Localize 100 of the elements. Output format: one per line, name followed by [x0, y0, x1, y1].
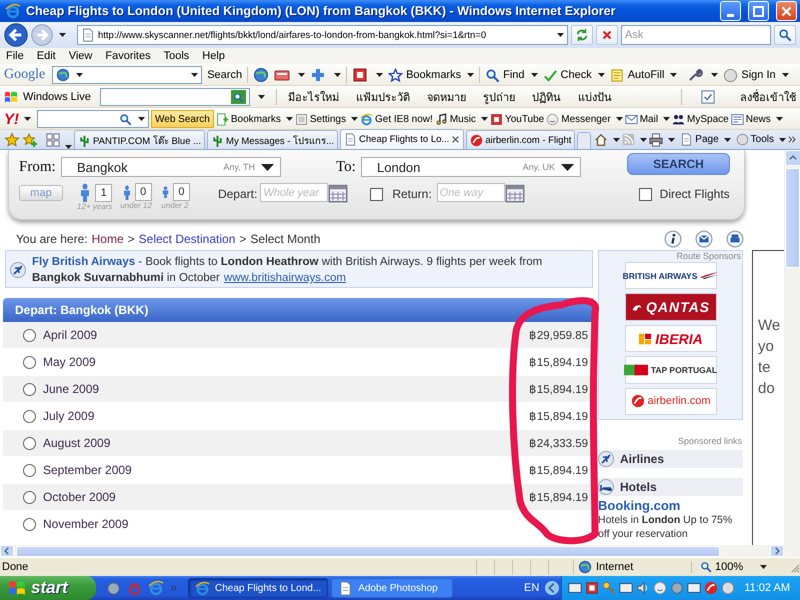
print-icon[interactable] [726, 230, 744, 248]
search-field[interactable] [100, 88, 250, 106]
minimize-button[interactable] [720, 1, 741, 21]
from-field[interactable]: Bangkok Any, TH [61, 157, 281, 177]
tab[interactable]: Cheap Flights to Lo... [340, 129, 464, 149]
month-row[interactable]: June 2009 ฿15,894.19 [3, 376, 592, 403]
toolbar-button[interactable]: MySpace [672, 112, 729, 126]
zoom-button[interactable]: 100% [691, 561, 781, 573]
toolbar-button[interactable]: News [730, 112, 783, 126]
count-field[interactable]: 1 [95, 184, 112, 202]
search-button[interactable] [774, 25, 796, 45]
toolbar-button[interactable]: Music [434, 112, 488, 126]
menu-item[interactable]: Help [202, 50, 225, 62]
tray-app-icon[interactable] [585, 581, 600, 595]
search-field[interactable] [37, 110, 149, 128]
count-field[interactable]: 0 [172, 183, 190, 201]
command-button[interactable]: Tools [736, 133, 786, 146]
refresh-button[interactable] [571, 25, 593, 45]
browser-icon[interactable] [148, 580, 164, 596]
toolbar-button[interactable]: Mail [624, 112, 670, 126]
favorites-star-icon[interactable] [4, 132, 20, 148]
chevron-icon[interactable] [788, 135, 796, 144]
toolbar-button[interactable]: AutoFill [610, 68, 678, 82]
to-field[interactable]: London Any, UK [361, 157, 581, 177]
toolbar-button[interactable]: Bookmarks [216, 112, 293, 126]
ad-title-link[interactable]: Booking.com [598, 498, 743, 513]
tab-list-button[interactable] [46, 132, 60, 146]
toolbar-link[interactable]: จดหมาย [426, 88, 466, 106]
taskbar-button[interactable]: Cheap Flights to Lond... [188, 578, 328, 598]
globe-icon[interactable] [253, 67, 270, 83]
toolbar-button[interactable]: Find [485, 68, 538, 82]
toolbar-button[interactable]: Search [207, 69, 242, 81]
radio-button[interactable] [23, 490, 36, 504]
tab[interactable]: PANTIP.COM โต๊ะ Blue ... [74, 130, 206, 149]
back-button[interactable] [4, 23, 28, 47]
month-row[interactable]: April 2009 ฿29,959.85 [3, 322, 592, 349]
plus-icon[interactable] [310, 67, 326, 83]
breadcrumb-link[interactable]: Select Destination [138, 232, 236, 246]
web-search-button[interactable]: Web Search [151, 110, 214, 128]
home-icon[interactable] [594, 132, 608, 146]
toolbar-link[interactable]: ปฏิทิน [532, 88, 561, 106]
search-button[interactable] [230, 90, 246, 104]
depart-field[interactable]: Whole year [260, 183, 328, 202]
toolbar-link[interactable]: แบ่งปัน [578, 88, 612, 106]
checkbox[interactable] [638, 188, 652, 201]
radio-button[interactable] [23, 382, 36, 396]
month-row[interactable]: November 2009 [3, 511, 592, 538]
sign-in-link[interactable]: ลงชื่อเข้าใช้ [740, 88, 796, 106]
breadcrumb-link[interactable]: Home [92, 232, 124, 246]
scrollbar-thumb[interactable] [785, 168, 800, 268]
search-button[interactable]: SEARCH [627, 153, 730, 175]
menu-item[interactable]: Favorites [105, 50, 151, 62]
tray-app-icon[interactable] [687, 581, 702, 595]
toolbar-link[interactable]: แฟ้มประวัติ [356, 88, 410, 106]
expand-icon[interactable] [545, 581, 560, 595]
orb-icon[interactable] [106, 580, 121, 596]
start-button[interactable]: start [0, 576, 96, 600]
month-row[interactable]: August 2009 ฿24,333.59 [3, 430, 592, 457]
menu-item[interactable]: View [68, 50, 92, 62]
radio-button[interactable] [23, 356, 36, 368]
ad-link[interactable]: www.britishairways.com [224, 272, 346, 284]
toolbar-button[interactable]: Get IE8 now! [360, 112, 433, 126]
toolbar-link[interactable]: มีอะไรใหม่ [288, 88, 339, 106]
tab[interactable]: airberlin.com - Flight [466, 130, 576, 149]
toolbar-button[interactable]: Bookmarks [388, 68, 474, 82]
monitor-icon[interactable] [568, 581, 582, 595]
toolbar-button[interactable]: YouTube [490, 112, 544, 126]
messenger-icon[interactable] [653, 581, 668, 595]
calendar-button[interactable] [328, 183, 348, 203]
add-favorite-icon[interactable] [22, 132, 38, 148]
wrench-icon[interactable] [687, 67, 704, 83]
command-button[interactable]: Page [680, 133, 731, 146]
info-icon[interactable] [664, 230, 682, 248]
close-button[interactable] [776, 1, 797, 21]
stop-button[interactable] [596, 25, 618, 45]
print-icon[interactable] [649, 132, 664, 146]
toolbar-button[interactable]: Messenger [546, 112, 623, 126]
taskbar-button[interactable]: Adobe Photoshop [331, 578, 454, 598]
return-field[interactable]: One way [436, 183, 505, 202]
calendar-button[interactable] [504, 183, 525, 203]
close-icon[interactable] [451, 135, 460, 144]
ad-title-link[interactable]: Fly British Airways [32, 256, 136, 268]
radio-button[interactable] [23, 436, 36, 450]
radio-button[interactable] [23, 328, 36, 342]
menu-item[interactable]: File [6, 50, 24, 62]
search-field[interactable]: Ask [621, 25, 771, 45]
menu-item[interactable]: Edit [36, 50, 56, 62]
checkbox[interactable] [370, 188, 384, 201]
scrollbar-thumb[interactable] [16, 546, 720, 556]
radio-button[interactable] [23, 410, 36, 422]
count-field[interactable]: 0 [134, 183, 152, 201]
menu-item[interactable]: Tools [164, 50, 190, 62]
toolbar-button[interactable]: Settings [294, 112, 358, 126]
network-icon[interactable] [619, 581, 634, 595]
tray-app-icon[interactable] [704, 581, 718, 595]
toolbar-button[interactable]: Check [542, 68, 605, 82]
search-field[interactable] [52, 66, 202, 84]
email-icon[interactable] [695, 230, 713, 248]
radio-button[interactable] [23, 518, 36, 530]
maximize-button[interactable] [748, 1, 769, 21]
